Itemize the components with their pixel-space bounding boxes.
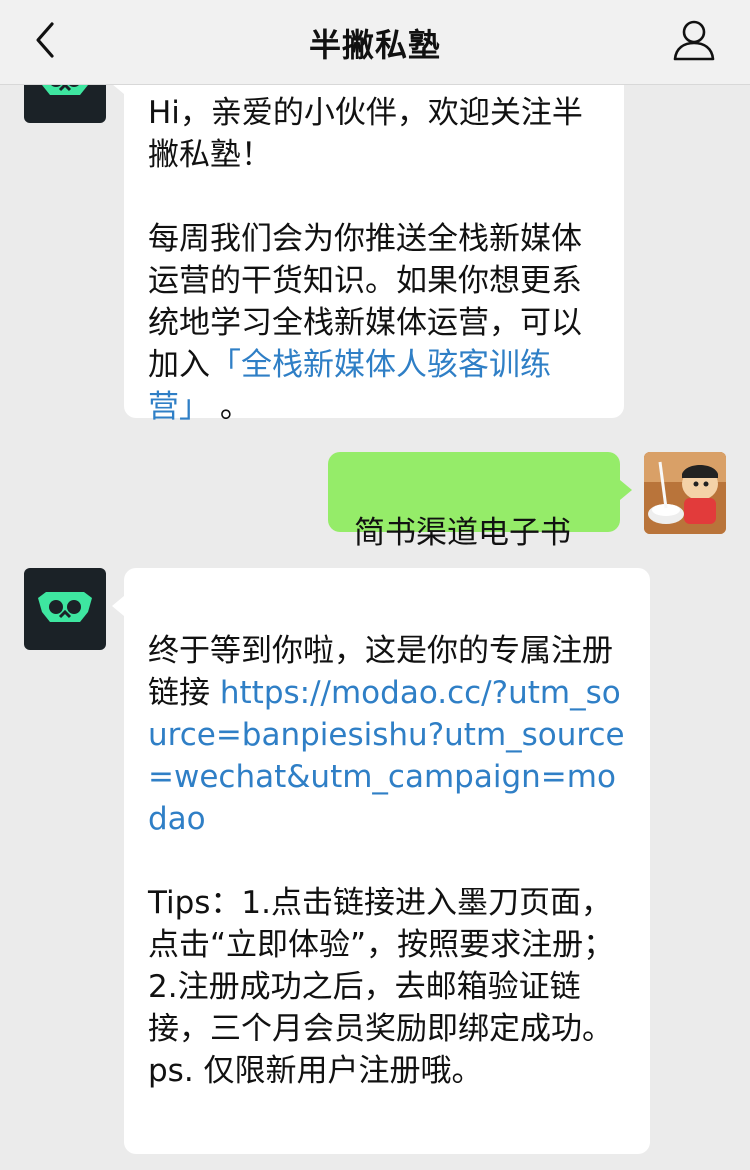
user-icon[interactable] [672,18,716,62]
bot-avatar[interactable] [24,568,106,650]
message-bubble-bot-link[interactable]: 终于等到你啦，这是你的专属注册链接 https://modao.cc/?utm_… [124,568,650,1154]
chat-title: 半撇私塾 [308,26,441,64]
message-text-end: 。 [210,389,251,425]
message-tips-text: Tips：1.点击链接进入墨刀页面，点击“立即体验”，按照要求注册； 2.注册成… [148,885,615,1089]
owl-logo-icon [41,84,89,95]
message-text: 简书渠道电子书 [354,515,571,551]
registration-link[interactable]: https://modao.cc/?utm_source=banpiesishu… [148,675,625,837]
user-avatar[interactable] [644,452,726,534]
bot-avatar[interactable] [24,84,106,123]
message-bubble-bot-welcome[interactable]: Hi，亲爱的小伙伴，欢迎关注半撇私塾！ 每周我们会为你推送全栈新媒体运营的干货知… [124,84,624,425]
message-text: Hi，亲爱的小伙伴，欢迎关注半撇私塾！ 每周我们会为你推送全栈新媒体运营的干货知… [148,95,583,383]
nav-bar: 半撇私塾 [0,0,750,85]
message-bubble-user[interactable]: 简书渠道电子书 [328,452,620,551]
owl-logo-icon [38,592,92,622]
chat-area[interactable]: Hi，亲爱的小伙伴，欢迎关注半撇私塾！ 每周我们会为你推送全栈新媒体运营的干货知… [0,84,750,1170]
cartoon-avatar-icon [644,452,726,534]
